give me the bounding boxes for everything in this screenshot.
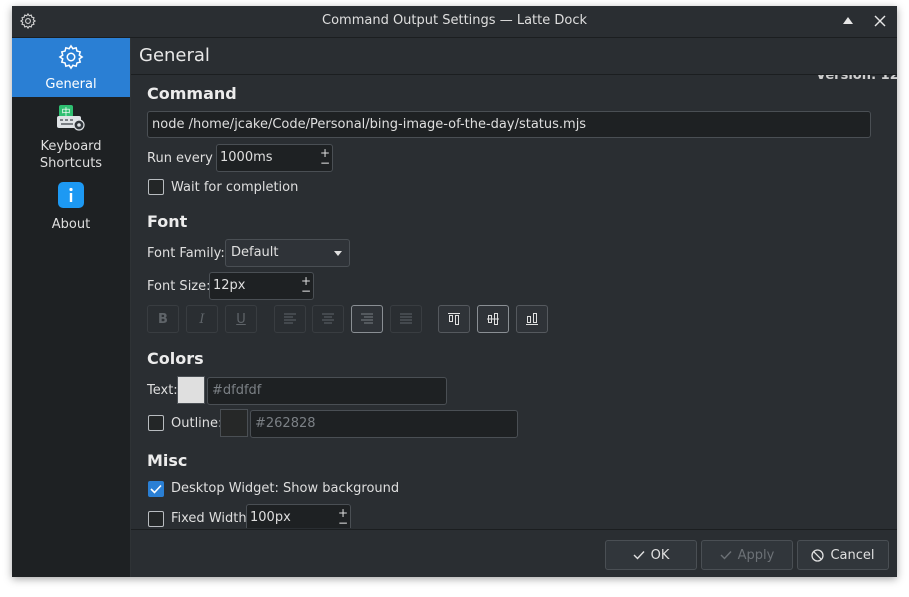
text-color-label: Text: xyxy=(147,383,178,398)
align-justify-button[interactable] xyxy=(390,305,422,333)
align-middle-icon xyxy=(487,313,499,325)
window-title: Command Output Settings — Latte Dock xyxy=(322,13,587,28)
fixed-width-value: 100px xyxy=(250,510,291,525)
dialog-button-bar: OK Apply Cancel xyxy=(131,529,897,577)
italic-button[interactable]: I xyxy=(186,305,218,333)
ok-label: OK xyxy=(650,547,670,563)
outline-color-input[interactable]: #262828 xyxy=(250,410,518,438)
cancel-icon xyxy=(811,548,825,562)
version-label: Version: 12 xyxy=(816,75,897,83)
underline-button[interactable]: U xyxy=(225,305,257,333)
spin-arrows-icon[interactable]: + − xyxy=(301,275,311,297)
sidebar-item-keyboard-shortcuts[interactable]: 中 Keyboard Shortcuts xyxy=(12,104,130,174)
sidebar-item-general[interactable]: General xyxy=(12,38,130,97)
gear-icon xyxy=(57,43,85,71)
wait-for-completion-checkbox[interactable] xyxy=(148,179,164,195)
font-heading: Font xyxy=(147,212,188,231)
font-size-spinbox[interactable]: 12px + − xyxy=(209,272,314,300)
outline-label: Outline: xyxy=(171,416,223,431)
page-header: General xyxy=(131,38,897,75)
align-right-icon xyxy=(361,313,373,324)
checkmark-icon xyxy=(720,551,732,560)
desktop-widget-checkbox[interactable] xyxy=(148,481,164,497)
checkmark-icon xyxy=(150,484,162,494)
wait-for-completion-label: Wait for completion xyxy=(171,180,299,195)
font-family-value: Default xyxy=(231,245,279,260)
info-icon xyxy=(58,182,84,208)
desktop-widget-label: Desktop Widget: Show background xyxy=(171,481,400,496)
font-family-dropdown[interactable]: Default xyxy=(225,239,350,267)
text-format-toolbar: B I U xyxy=(147,305,567,335)
text-color-input[interactable]: #dfdfdf xyxy=(207,377,447,405)
bold-icon: B xyxy=(158,311,168,327)
fixed-width-checkbox[interactable] xyxy=(148,511,164,527)
align-center-icon xyxy=(322,313,334,324)
main-panel: General Version: 12 Command node /home/j… xyxy=(131,38,897,577)
apply-label: Apply xyxy=(737,547,775,563)
cancel-label: Cancel xyxy=(830,547,875,563)
align-left-button[interactable] xyxy=(274,305,306,333)
font-family-label: Font Family: xyxy=(147,246,225,261)
valign-top-button[interactable] xyxy=(438,305,470,333)
spin-arrows-icon[interactable]: + − xyxy=(320,147,330,169)
checkmark-icon xyxy=(633,551,645,560)
sidebar-item-about[interactable]: About xyxy=(12,182,130,234)
align-top-icon xyxy=(448,313,460,325)
page-title: General xyxy=(139,45,210,66)
title-bar: Command Output Settings — Latte Dock xyxy=(12,6,897,38)
font-size-label: Font Size: xyxy=(147,279,211,294)
settings-window: Command Output Settings — Latte Dock Gen… xyxy=(12,6,897,577)
sidebar-item-label: General xyxy=(45,77,97,92)
misc-heading: Misc xyxy=(147,451,188,470)
run-every-value: 1000ms xyxy=(220,150,273,165)
underline-icon: U xyxy=(236,311,246,327)
valign-bottom-button[interactable] xyxy=(516,305,548,333)
triangle-up-icon[interactable] xyxy=(838,11,858,31)
align-justify-icon xyxy=(400,313,412,324)
apply-button[interactable]: Apply xyxy=(701,540,793,570)
chevron-down-icon xyxy=(334,251,342,256)
run-every-spinbox[interactable]: 1000ms + − xyxy=(216,144,333,172)
sidebar-item-label: About xyxy=(51,217,91,232)
ok-button[interactable]: OK xyxy=(605,540,697,570)
valign-middle-button[interactable] xyxy=(477,305,509,333)
fixed-width-spinbox[interactable]: 100px + − xyxy=(246,504,351,528)
outline-checkbox[interactable] xyxy=(148,415,164,431)
italic-icon: I xyxy=(199,311,205,327)
command-input[interactable]: node /home/jcake/Code/Personal/bing-imag… xyxy=(147,111,871,138)
align-center-button[interactable] xyxy=(312,305,344,333)
sidebar-item-label: Keyboard Shortcuts xyxy=(39,139,103,171)
colors-heading: Colors xyxy=(147,349,204,368)
keyboard-icon: 中 xyxy=(56,104,86,132)
settings-scroll-area[interactable]: Version: 12 Command node /home/jcake/Cod… xyxy=(131,75,897,528)
close-icon[interactable] xyxy=(870,11,890,31)
align-bottom-icon xyxy=(526,313,538,325)
text-color-swatch[interactable] xyxy=(177,376,205,404)
sidebar: General 中 Keyboard Shortcuts About xyxy=(12,38,131,577)
cancel-button[interactable]: Cancel xyxy=(797,540,889,570)
align-right-button[interactable] xyxy=(351,305,383,333)
run-every-label: Run every xyxy=(147,151,213,166)
spin-arrows-icon[interactable]: + − xyxy=(338,507,348,528)
bold-button[interactable]: B xyxy=(147,305,179,333)
font-size-value: 12px xyxy=(213,278,246,293)
fixed-width-label: Fixed Width: xyxy=(171,511,251,526)
command-heading: Command xyxy=(147,84,237,103)
outline-color-swatch[interactable] xyxy=(220,409,248,437)
align-left-icon xyxy=(284,313,296,324)
